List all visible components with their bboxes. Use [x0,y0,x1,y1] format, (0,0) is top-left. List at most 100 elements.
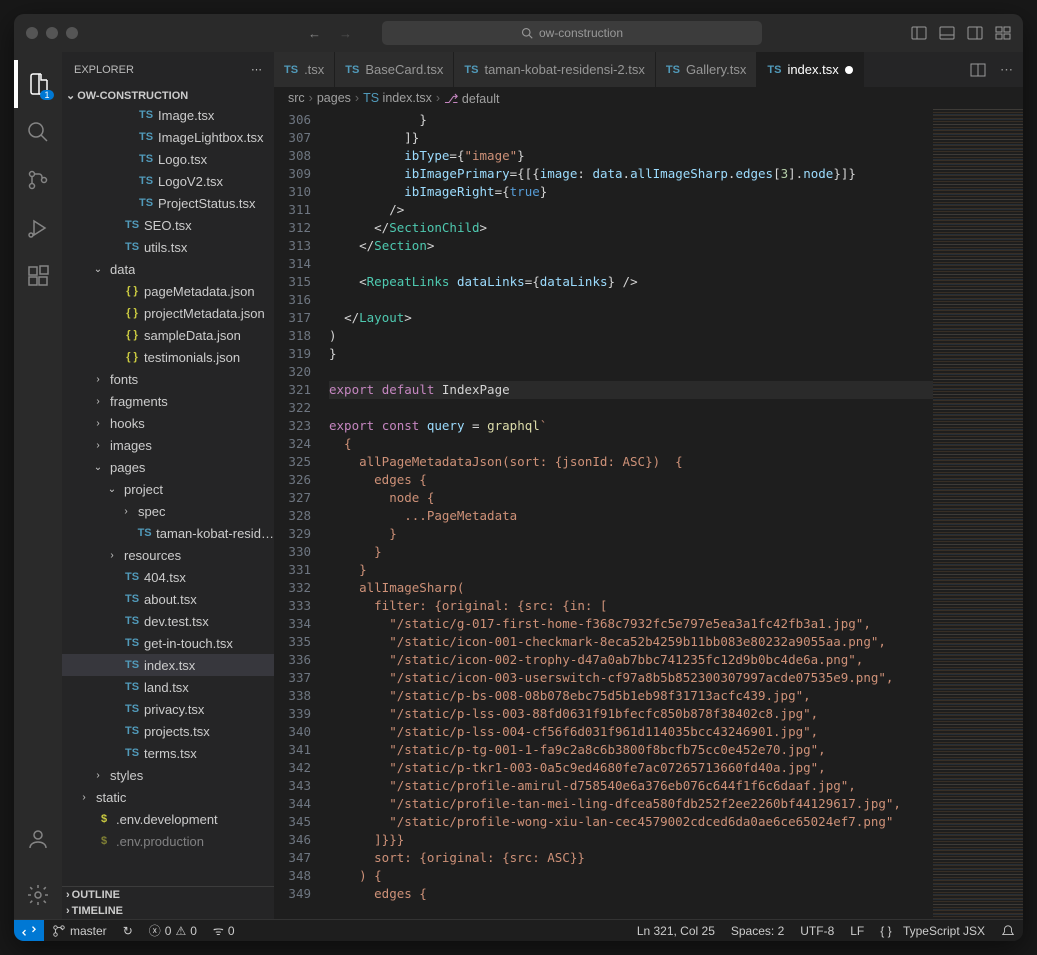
file-item[interactable]: TSProjectStatus.tsx [62,192,274,214]
error-icon: ⓧ [149,922,161,939]
folder-item[interactable]: ⌄data [62,258,274,280]
file-item[interactable]: TSterms.tsx [62,742,274,764]
file-item[interactable]: TSland.tsx [62,676,274,698]
file-item[interactable]: TStaman-kobat-reside… [62,522,274,544]
editor-tab[interactable]: TSBaseCard.tsx [335,52,454,87]
cursor-position[interactable]: Ln 321, Col 25 [629,924,723,938]
editor: TS.tsxTSBaseCard.tsxTStaman-kobat-reside… [274,52,1023,919]
notifications-icon[interactable] [993,924,1023,938]
panel-left-icon[interactable] [911,25,927,41]
warning-icon: ⚠ [175,924,186,938]
search-activity[interactable] [14,108,62,156]
timeline-section[interactable]: › TIMELINE [62,903,274,919]
folder-item[interactable]: ›hooks [62,412,274,434]
nav-back-icon[interactable]: ← [308,26,321,41]
chevron-icon: ⌄ [104,484,120,495]
file-item[interactable]: { }testimonials.json [62,346,274,368]
source-control-activity[interactable] [14,156,62,204]
accounts-activity[interactable] [14,815,62,863]
chevron-icon: ⌄ [90,264,106,275]
panel-bottom-icon[interactable] [939,25,955,41]
window-controls [26,27,78,39]
explorer-title: EXPLORER [74,64,134,76]
chevron-icon: › [90,418,106,429]
ports[interactable]: ᯤ0 [205,922,243,939]
layout-icon[interactable] [995,25,1011,41]
editor-tab[interactable]: TSindex.tsx [757,52,863,87]
folder-item[interactable]: ›resources [62,544,274,566]
breadcrumb-segment[interactable]: pages [317,91,351,105]
file-item[interactable]: { }pageMetadata.json [62,280,274,302]
chevron-icon: › [104,550,120,561]
tab-more-icon[interactable]: ⋯ [1000,62,1013,78]
file-item[interactable]: TSImageLightbox.tsx [62,126,274,148]
run-debug-activity[interactable] [14,204,62,252]
remote-indicator[interactable] [14,920,44,941]
tabbar: TS.tsxTSBaseCard.tsxTStaman-kobat-reside… [274,52,1023,87]
editor-tab[interactable]: TStaman-kobat-residensi-2.tsx [454,52,655,87]
indent[interactable]: Spaces: 2 [723,924,792,938]
project-section-header[interactable]: ⌄ OW-CONSTRUCTION [62,87,274,104]
file-item[interactable]: $.env.production [62,830,274,852]
chevron-icon: › [90,770,106,781]
nav-forward-icon[interactable]: → [339,26,352,41]
folder-item[interactable]: ›images [62,434,274,456]
folder-item[interactable]: ⌄project [62,478,274,500]
folder-item[interactable]: ⌄pages [62,456,274,478]
breadcrumb-segment[interactable]: TS index.tsx [363,91,432,105]
folder-item[interactable]: ›spec [62,500,274,522]
modified-dot-icon [845,66,853,74]
file-item[interactable]: { }sampleData.json [62,324,274,346]
file-item[interactable]: { }projectMetadata.json [62,302,274,324]
minimize-window[interactable] [46,27,58,39]
file-item[interactable]: TSImage.tsx [62,104,274,126]
language-mode[interactable]: { } TypeScript JSX [872,924,993,938]
file-item[interactable]: TSprojects.tsx [62,720,274,742]
minimap[interactable] [933,109,1023,919]
file-item[interactable]: TSabout.tsx [62,588,274,610]
explorer-activity[interactable]: 1 [14,60,62,108]
encoding[interactable]: UTF-8 [792,924,842,938]
file-item[interactable]: TSget-in-touch.tsx [62,632,274,654]
breadcrumb-segment[interactable]: ⎇ default [444,91,499,106]
chevron-icon: › [76,792,92,803]
breadcrumb-segment[interactable]: src [288,91,305,105]
editor-tab[interactable]: TS.tsx [274,52,335,87]
explorer-more-icon[interactable]: ⋯ [251,63,262,76]
folder-item[interactable]: ›styles [62,764,274,786]
problems[interactable]: ⓧ0 ⚠0 [141,922,205,939]
line-gutter: 3063073083093103113123133143153163173183… [274,109,329,919]
file-item[interactable]: TSdev.test.tsx [62,610,274,632]
maximize-window[interactable] [66,27,78,39]
split-editor-icon[interactable] [970,62,986,78]
file-item[interactable]: TSSEO.tsx [62,214,274,236]
close-window[interactable] [26,27,38,39]
folder-item[interactable]: ›static [62,786,274,808]
panel-right-icon[interactable] [967,25,983,41]
code-content[interactable]: } ]} ibType={"image"} ibImagePrimary={[{… [329,109,933,919]
chevron-icon: › [90,374,106,385]
eol[interactable]: LF [842,924,872,938]
file-item[interactable]: $.env.development [62,808,274,830]
chevron-down-icon: ⌄ [66,89,75,102]
command-center[interactable]: ow-construction [382,21,762,45]
editor-tab[interactable]: TSGallery.tsx [656,52,758,87]
settings-activity[interactable] [14,871,62,919]
folder-item[interactable]: ›fonts [62,368,274,390]
file-item[interactable]: TSLogo.tsx [62,148,274,170]
ts-icon: TS [464,64,478,76]
breadcrumbs[interactable]: src›pages›TS index.tsx›⎇ default [274,87,1023,109]
git-branch[interactable]: master [44,924,115,938]
chevron-icon: ⌄ [90,462,106,473]
ts-icon: TS [345,64,359,76]
file-item[interactable]: TS404.tsx [62,566,274,588]
outline-section[interactable]: › OUTLINE [62,887,274,903]
file-item[interactable]: TSutils.tsx [62,236,274,258]
search-title: ow-construction [539,26,623,40]
git-sync[interactable]: ↻ [115,924,141,938]
file-item[interactable]: TSprivacy.tsx [62,698,274,720]
file-item[interactable]: TSLogoV2.tsx [62,170,274,192]
extensions-activity[interactable] [14,252,62,300]
file-item[interactable]: TSindex.tsx [62,654,274,676]
folder-item[interactable]: ›fragments [62,390,274,412]
